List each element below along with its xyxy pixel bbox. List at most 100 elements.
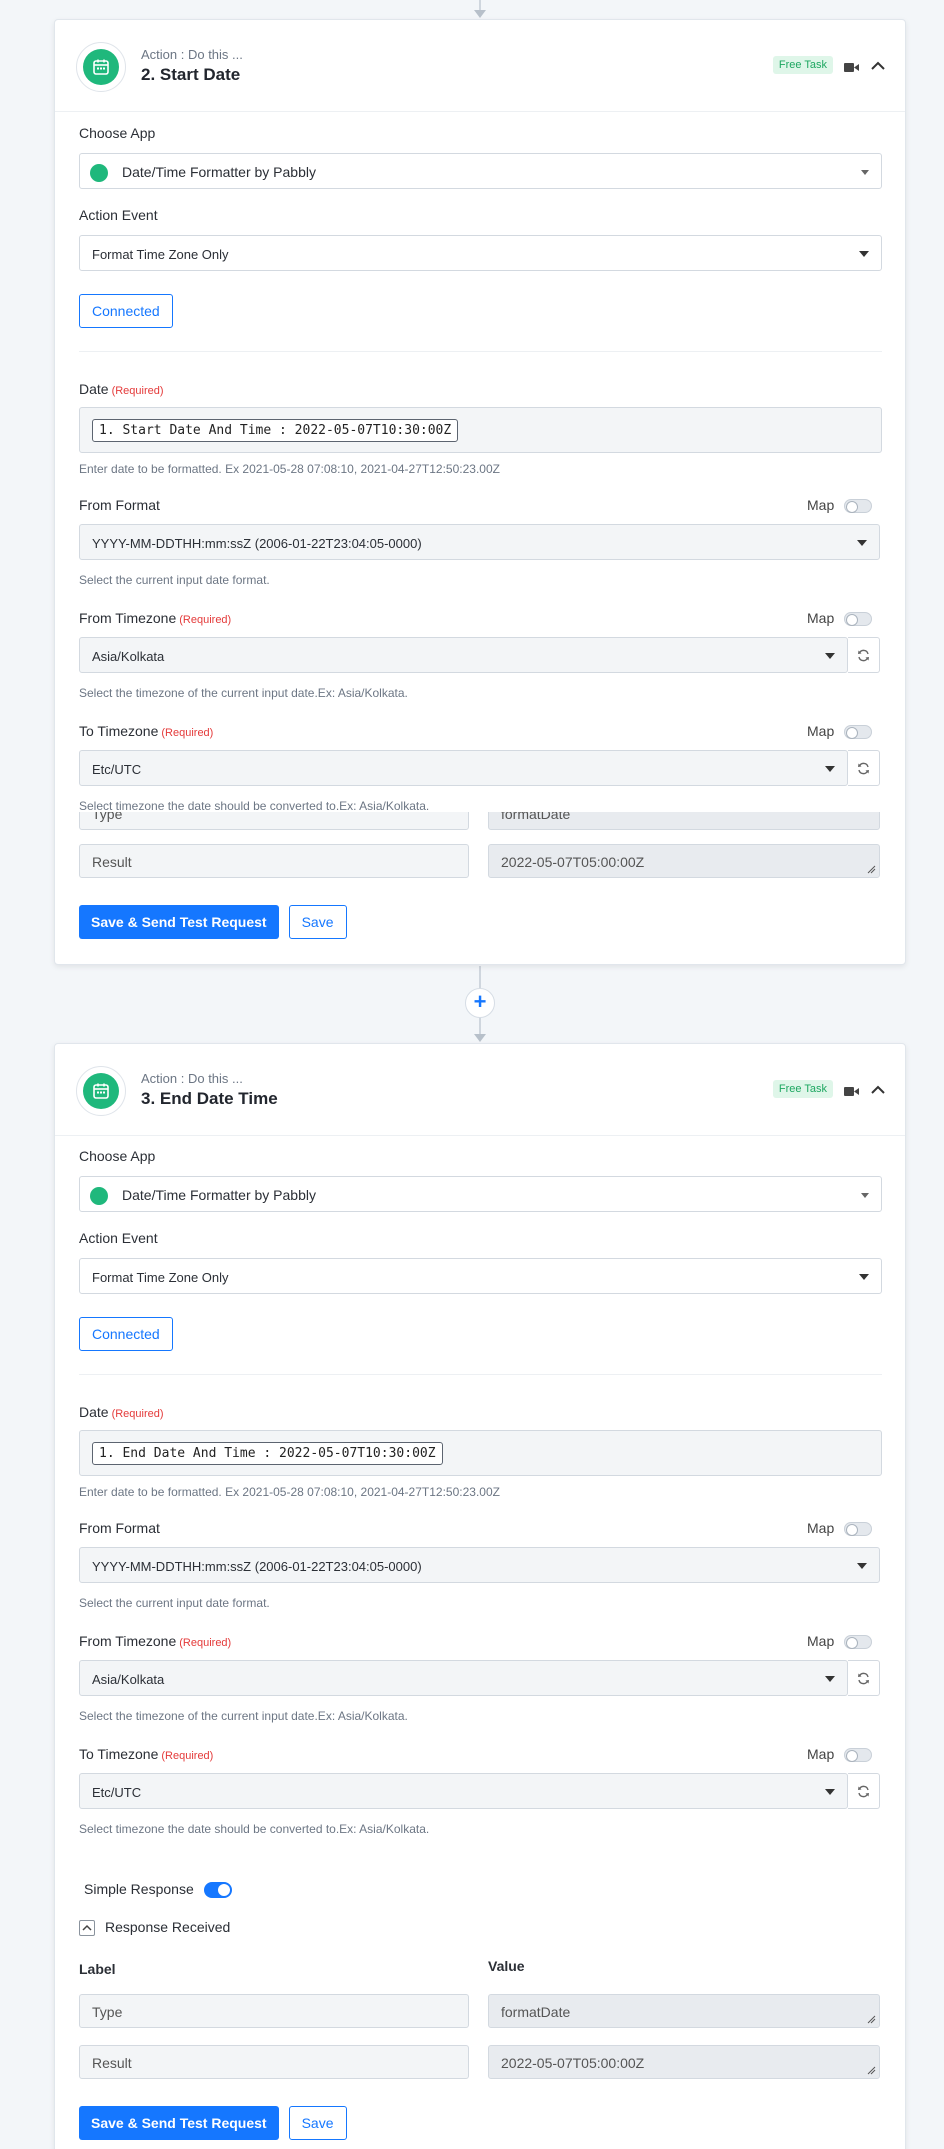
- action-event-label: Action Event: [79, 1230, 158, 1246]
- step-card-end-date-time: Action : Do this ... 3. End Date Time Fr…: [54, 1043, 906, 2149]
- step-header[interactable]: Action : Do this ... 2. Start Date Free …: [55, 20, 905, 112]
- step-title: 3. End Date Time: [141, 1089, 278, 1108]
- action-event-select[interactable]: Format Time Zone Only: [79, 1258, 882, 1294]
- chevron-down-icon: [859, 1274, 869, 1280]
- from-timezone-select[interactable]: Asia/Kolkata: [79, 637, 848, 673]
- step-header[interactable]: Action : Do this ... 3. End Date Time Fr…: [55, 1044, 905, 1136]
- top-connector-line: [479, 0, 481, 10]
- middle-connector-arrow: [474, 1034, 486, 1042]
- toggle-switch[interactable]: [844, 1635, 873, 1650]
- type-label-field[interactable]: Type: [79, 812, 469, 830]
- map-toggle-to-timezone[interactable]: Map: [807, 723, 873, 740]
- map-toggle-from-format[interactable]: Map: [807, 1520, 873, 1537]
- result-label-field[interactable]: Result: [79, 844, 469, 878]
- refresh-button[interactable]: [848, 637, 880, 673]
- to-timezone-select[interactable]: Etc/UTC: [79, 750, 848, 786]
- to-timezone-help-text: Select timezone the date should be conve…: [79, 799, 430, 813]
- result-value-field[interactable]: 2022-05-07T05:00:00Z: [488, 2045, 880, 2079]
- connected-button[interactable]: Connected: [79, 1317, 173, 1351]
- resize-handle-icon: [867, 2066, 876, 2075]
- from-timezone-select[interactable]: Asia/Kolkata: [79, 1660, 848, 1696]
- to-timezone-value: Etc/UTC: [92, 762, 142, 777]
- type-row-clip: Type formatDate: [79, 812, 882, 830]
- toggle-switch[interactable]: [844, 1748, 873, 1763]
- map-toggle-from-timezone[interactable]: Map: [807, 1633, 873, 1650]
- video-icon[interactable]: [844, 1084, 859, 1102]
- from-format-select[interactable]: YYYY-MM-DDTHH:mm:ssZ (2006-01-22T23:04:0…: [79, 1547, 880, 1583]
- type-value-field[interactable]: formatDate: [488, 812, 880, 830]
- toggle-switch[interactable]: [844, 725, 873, 740]
- refresh-icon: [858, 1785, 869, 1798]
- refresh-button[interactable]: [848, 1660, 880, 1696]
- chevron-down-icon: [857, 540, 867, 546]
- date-label: Date (Required): [79, 381, 164, 397]
- section-divider: [79, 1374, 882, 1375]
- to-timezone-label: To Timezone (Required): [79, 723, 214, 739]
- date-token[interactable]: 1. Start Date And Time : 2022-05-07T10:3…: [92, 419, 459, 442]
- from-timezone-help-text: Select the timezone of the current input…: [79, 686, 408, 700]
- date-token[interactable]: 1. End Date And Time : 2022-05-07T10:30:…: [92, 1442, 443, 1465]
- refresh-button[interactable]: [848, 750, 880, 786]
- step-title: 2. Start Date: [141, 65, 241, 84]
- collapse-chevron-icon[interactable]: [871, 58, 885, 76]
- from-timezone-label: From Timezone (Required): [79, 610, 232, 626]
- resize-handle-icon: [867, 865, 876, 874]
- simple-response-row: Simple Response: [84, 1881, 232, 1899]
- value-column-header: Value: [488, 1958, 525, 1974]
- required-marker: (Required): [161, 727, 214, 739]
- save-button[interactable]: Save: [288, 905, 347, 939]
- date-help-text: Enter date to be formatted. Ex 2021-05-2…: [79, 462, 500, 476]
- save-send-test-button[interactable]: Save & Send Test Request: [79, 905, 279, 939]
- from-format-help-text: Select the current input date format.: [79, 573, 270, 587]
- video-icon[interactable]: [844, 60, 859, 78]
- chevron-down-icon: [857, 1563, 867, 1569]
- map-toggle-from-format[interactable]: Map: [807, 497, 873, 514]
- from-format-select[interactable]: YYYY-MM-DDTHH:mm:ssZ (2006-01-22T23:04:0…: [79, 524, 880, 560]
- collapse-chevron-icon[interactable]: [871, 1082, 885, 1100]
- toggle-switch[interactable]: [844, 612, 873, 627]
- label-column-header: Label: [79, 1961, 116, 1977]
- chevron-down-icon: [861, 170, 869, 175]
- connected-button[interactable]: Connected: [79, 294, 173, 328]
- action-event-value: Format Time Zone Only: [92, 1270, 229, 1285]
- app-icon-ring: [76, 1066, 126, 1116]
- action-subtitle: Action : Do this ...: [141, 47, 243, 62]
- resize-handle-icon: [867, 2015, 876, 2024]
- result-value-field[interactable]: 2022-05-07T05:00:00Z: [488, 844, 880, 878]
- calendar-icon: [83, 49, 119, 85]
- from-timezone-help-text: Select the timezone of the current input…: [79, 1709, 408, 1723]
- map-toggle-from-timezone[interactable]: Map: [807, 610, 873, 627]
- toggle-switch[interactable]: [844, 1522, 873, 1537]
- to-timezone-value: Etc/UTC: [92, 1785, 142, 1800]
- response-received-row[interactable]: Response Received: [79, 1919, 230, 1937]
- date-input[interactable]: 1. End Date And Time : 2022-05-07T10:30:…: [79, 1430, 882, 1476]
- app-name: Date/Time Formatter by Pabbly: [122, 1187, 316, 1203]
- save-send-test-button[interactable]: Save & Send Test Request: [79, 2106, 279, 2140]
- card-actions: Save & Send Test Request Save: [79, 905, 347, 939]
- date-help-text: Enter date to be formatted. Ex 2021-05-2…: [79, 1485, 500, 1499]
- save-button[interactable]: Save: [288, 2106, 347, 2140]
- to-timezone-label: To Timezone (Required): [79, 1746, 214, 1762]
- toggle-switch[interactable]: [844, 499, 873, 514]
- to-timezone-select[interactable]: Etc/UTC: [79, 1773, 848, 1809]
- section-divider: [79, 351, 882, 352]
- simple-response-label: Simple Response: [84, 1881, 194, 1897]
- action-event-select[interactable]: Format Time Zone Only: [79, 235, 882, 271]
- chevron-up-icon[interactable]: [79, 1920, 95, 1937]
- refresh-button[interactable]: [848, 1773, 880, 1809]
- choose-app-select[interactable]: Date/Time Formatter by Pabbly: [79, 153, 882, 189]
- from-timezone-label: From Timezone (Required): [79, 1633, 232, 1649]
- result-label-field[interactable]: Result: [79, 2045, 469, 2079]
- type-label-field[interactable]: Type: [79, 1994, 469, 2028]
- choose-app-select[interactable]: Date/Time Formatter by Pabbly: [79, 1176, 882, 1212]
- date-input[interactable]: 1. Start Date And Time : 2022-05-07T10:3…: [79, 407, 882, 453]
- add-step-button[interactable]: +: [465, 988, 495, 1018]
- from-format-help-text: Select the current input date format.: [79, 1596, 270, 1610]
- simple-response-toggle[interactable]: [203, 1882, 232, 1899]
- map-toggle-to-timezone[interactable]: Map: [807, 1746, 873, 1763]
- refresh-icon: [858, 649, 869, 662]
- action-event-label: Action Event: [79, 207, 158, 223]
- type-value-field[interactable]: formatDate: [488, 1994, 880, 2028]
- chevron-down-icon: [861, 1193, 869, 1198]
- action-subtitle: Action : Do this ...: [141, 1071, 243, 1086]
